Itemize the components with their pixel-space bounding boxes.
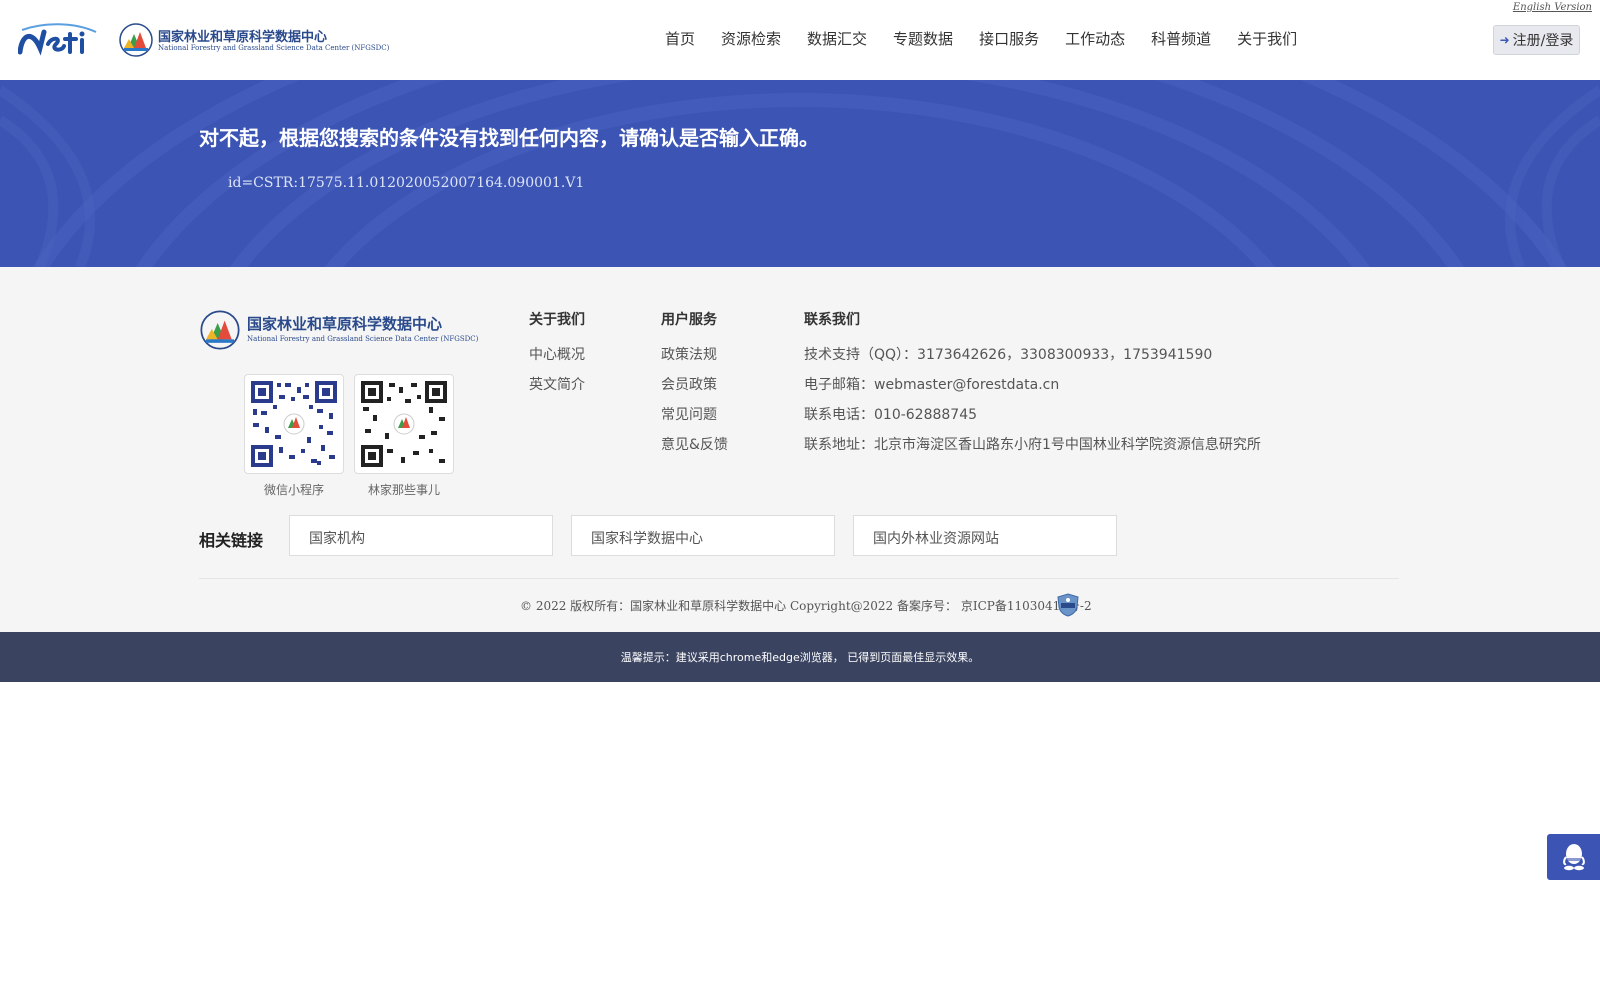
footer-about-title: 关于我们 [529,312,585,328]
nfgsdc-logo[interactable]: 国家林业和草原科学数据中心 National Forestry and Gras… [118,22,389,60]
footer-user-service-title: 用户服务 [661,312,717,328]
site-name-cn: 国家林业和草原科学数据中心 [158,30,328,45]
nav-item-science-channel[interactable]: 科普频道 [1138,28,1224,52]
site-header: English Version 国家林业和草原科学数据中心 National F… [0,0,1600,80]
nav-item-about-us[interactable]: 关于我们 [1224,28,1310,52]
main-nav: 首页 资源检索 数据汇交 专题数据 接口服务 工作动态 科普频道 关于我们 [652,28,1310,52]
footer-link-english-intro[interactable]: 英文简介 [529,374,585,394]
footer-divider [199,578,1399,579]
related-link-national-institutions[interactable]: 国家机构 [289,515,553,556]
official-account-qr-code [354,374,454,474]
site-footer: 国家林业和草原科学数据中心 National Forestry and Gras… [0,267,1600,632]
qr-label-wechat: 微信小程序 [263,483,324,497]
copyright-text: © 2022 版权所有：国家林业和草原科学数据中心 Copyright@2022… [520,599,1092,613]
qq-icon [1562,844,1585,871]
browser-tip-text: 温馨提示：建议采用chrome和edge浏览器， 已得到页面最佳显示效果。 [620,651,980,664]
nav-item-home[interactable]: 首页 [652,28,708,52]
banner-wave-decoration [0,80,1600,267]
login-register-label: 注册/登录 [1512,33,1574,49]
related-link-national-science-data-centers[interactable]: 国家科学数据中心 [571,515,835,556]
search-query-id: id=CSTR:17575.11.012020052007164.090001.… [228,175,585,191]
footer-link-faq[interactable]: 常见问题 [661,404,717,424]
contact-tech-support: 技术支持（QQ）：3173642626，3308300933，175394159… [804,347,1213,363]
site-name-en: National Forestry and Grassland Science … [158,44,390,52]
nav-item-data-submission[interactable]: 数据汇交 [794,28,880,52]
english-version-link[interactable]: English Version [1513,2,1592,13]
footer-link-feedback[interactable]: 意见&反馈 [661,434,728,454]
contact-phone: 联系电话：010-62888745 [804,407,978,423]
footer-link-policies[interactable]: 政策法规 [661,344,717,364]
no-result-message: 对不起，根据您搜索的条件没有找到任何内容，请确认是否输入正确。 [199,126,819,150]
footer-link-membership-policy[interactable]: 会员政策 [661,374,717,394]
contact-email: 电子邮箱：webmaster@forestdata.cn [804,377,1060,393]
browser-tip-bar: 温馨提示：建议采用chrome和edge浏览器， 已得到页面最佳显示效果。 [0,632,1600,682]
related-links-label: 相关链接 [199,531,264,550]
police-badge-icon[interactable] [1057,593,1079,617]
footer-site-name-en: National Forestry and Grassland Science … [247,335,479,343]
footer-site-name-cn: 国家林业和草原科学数据中心 [247,315,443,333]
nav-item-api-service[interactable]: 接口服务 [966,28,1052,52]
nsti-logo[interactable] [17,22,98,56]
footer-logo[interactable]: 国家林业和草原科学数据中心 National Forestry and Gras… [199,309,478,353]
wechat-miniprogram-qr-code [244,374,344,474]
login-register-button[interactable]: ➜ 注册/登录 [1493,25,1580,55]
related-link-forestry-resource-sites[interactable]: 国内外林业资源网站 [853,515,1117,556]
nav-item-work-news[interactable]: 工作动态 [1052,28,1138,52]
qr-label-official-account: 林家那些事儿 [367,483,440,497]
nav-item-resource-search[interactable]: 资源检索 [708,28,794,52]
footer-contact-title: 联系我们 [804,312,860,328]
nav-item-topic-data[interactable]: 专题数据 [880,28,966,52]
contact-address: 联系地址：北京市海淀区香山路东小府1号中国林业科学院资源信息研究所 [804,437,1261,453]
sign-in-icon: ➜ [1499,33,1510,47]
search-result-banner: 对不起，根据您搜索的条件没有找到任何内容，请确认是否输入正确。 id=CSTR:… [0,80,1600,267]
footer-link-center-overview[interactable]: 中心概况 [529,344,585,364]
qq-contact-button[interactable] [1547,834,1600,880]
nfgsdc-emblem-icon [119,23,153,57]
nfgsdc-emblem-icon [200,310,240,350]
